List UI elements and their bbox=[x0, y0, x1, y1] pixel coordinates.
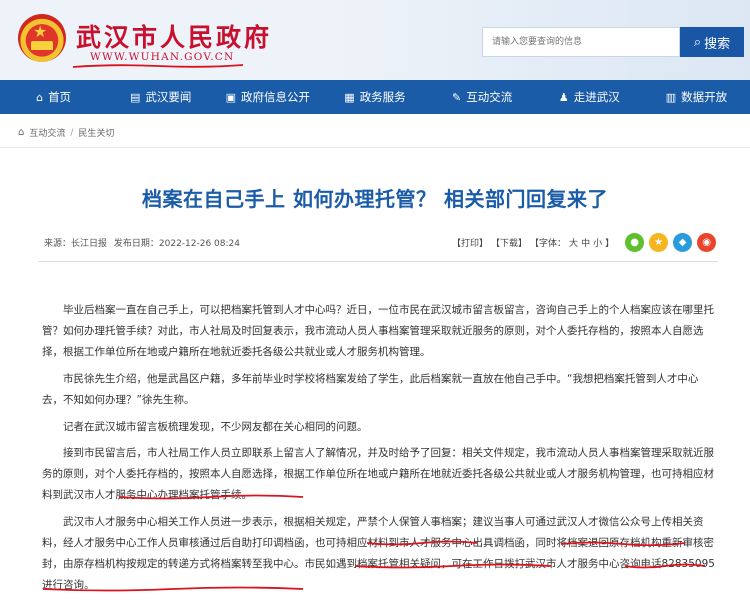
article-title: 档案在自己手上 如何办理托管？ 相关部门回复来了 bbox=[142, 187, 608, 211]
nav-item-home[interactable]: ⌂ 首页 bbox=[0, 80, 107, 114]
breadcrumb: ⌂ 互动交流 / 民生关切 bbox=[18, 126, 114, 139]
article-paragraph: 市民徐先生介绍，他是武昌区户籍，多年前毕业时学校将档案发给了学生，此后档案就一直… bbox=[42, 373, 699, 406]
article-date: 发布日期：2022-12-26 08:24 bbox=[113, 239, 240, 249]
nav-item-explore-wuhan[interactable]: ♟ 走进武汉 bbox=[536, 80, 643, 114]
nav-item-label: 走进武汉 bbox=[573, 90, 620, 104]
site-header: ★ 武汉市人民政府 WWW.WUHAN.GOV.CN ⌕ 搜索 bbox=[0, 0, 750, 80]
font-size-medium-button[interactable]: 中 bbox=[581, 236, 590, 249]
breadcrumb-separator: / bbox=[70, 127, 74, 138]
nav-item-open-data[interactable]: ▥ 数据开放 bbox=[643, 80, 750, 114]
download-button[interactable]: 【下载】 bbox=[491, 236, 527, 249]
emblem-gate bbox=[31, 41, 53, 50]
font-size-close: 】 bbox=[605, 239, 615, 249]
site-title[interactable]: 武汉市人民政府 bbox=[76, 18, 272, 54]
search-bar: ⌕ 搜索 bbox=[482, 27, 744, 57]
article-tools: 【打印】 【下载】 【字体： 大 中 小 】 ● ★ ◆ ◉ bbox=[452, 233, 717, 252]
divider bbox=[0, 147, 750, 148]
breadcrumb-item-interaction[interactable]: 互动交流 bbox=[29, 126, 65, 139]
article-meta: 来源：长江日报 发布日期：2022-12-26 08:24 bbox=[44, 236, 244, 249]
walk-icon: ♟ bbox=[558, 90, 569, 104]
search-icon: ⌕ bbox=[693, 34, 702, 50]
nav-item-interaction[interactable]: ✎ 互动交流 bbox=[429, 80, 536, 114]
data-chart-icon: ▥ bbox=[665, 90, 677, 104]
news-icon: ▤ bbox=[130, 90, 141, 104]
breadcrumb-item-livelihood[interactable]: 民生关切 bbox=[78, 126, 114, 139]
nav-item-label: 互动交流 bbox=[466, 90, 513, 104]
home-icon[interactable]: ⌂ bbox=[18, 127, 24, 138]
chat-icon: ✎ bbox=[452, 90, 462, 104]
service-icon: ▦ bbox=[344, 90, 355, 104]
home-icon: ⌂ bbox=[36, 90, 44, 104]
site-url[interactable]: WWW.WUHAN.GOV.CN bbox=[90, 51, 234, 63]
font-size-small-button[interactable]: 小 bbox=[593, 236, 602, 249]
article-paragraph: 记者在武汉城市留言板梳理发现，不少网友都在关心相同的问题。 bbox=[63, 421, 368, 433]
font-size-large-button[interactable]: 大 bbox=[569, 236, 578, 249]
nav-item-label: 首页 bbox=[48, 90, 72, 104]
article-paragraph: 毕业后档案一直在自己手上，可以把档案托管到人才中心吗？近日，一位市民在武汉城市留… bbox=[42, 304, 714, 358]
nav-item-label: 数据开放 bbox=[681, 90, 728, 104]
wechat-icon[interactable]: ● bbox=[625, 233, 645, 252]
weibo-icon[interactable]: ◉ bbox=[697, 233, 717, 252]
national-emblem-icon[interactable]: ★ bbox=[18, 14, 66, 62]
article-body: 毕业后档案一直在自己手上，可以把档案托管到人才中心吗？近日，一位市民在武汉城市留… bbox=[42, 300, 718, 602]
emblem-star: ★ bbox=[33, 22, 48, 41]
article-paragraph: 接到市民留言后，市人社局工作人员立即联系上留言人了解情况，并及时给予了回复：相关… bbox=[42, 447, 714, 501]
nav-item-label: 武汉要闻 bbox=[145, 90, 192, 104]
favorite-star-icon[interactable]: ★ bbox=[649, 233, 669, 252]
qq-icon[interactable]: ◆ bbox=[673, 233, 693, 252]
divider bbox=[38, 261, 718, 262]
annotation-underline bbox=[72, 63, 244, 69]
search-button-label: 搜索 bbox=[704, 36, 731, 52]
search-button[interactable]: ⌕ 搜索 bbox=[680, 27, 744, 57]
nav-item-wuhan-news[interactable]: ▤ 武汉要闻 bbox=[107, 80, 214, 114]
share-bar: ● ★ ◆ ◉ bbox=[625, 233, 717, 252]
article-paragraph: 武汉市人才服务中心相关工作人员进一步表示，根据相关规定，严禁个人保管人事档案；建… bbox=[42, 516, 715, 591]
print-button[interactable]: 【打印】 bbox=[452, 236, 488, 249]
article-source: 来源：长江日报 bbox=[44, 239, 108, 249]
info-open-icon: ▣ bbox=[225, 90, 237, 104]
nav-item-gov-service[interactable]: ▦ 政务服务 bbox=[321, 80, 428, 114]
font-size-label: 【字体： bbox=[530, 239, 567, 249]
main-nav: ⌂ 首页 ▤ 武汉要闻 ▣ 政府信息公开 ▦ 政务服务 ✎ 互动交流 ♟ 走进武… bbox=[0, 80, 750, 114]
nav-item-label: 政务服务 bbox=[359, 90, 406, 104]
nav-item-label: 政府信息公开 bbox=[241, 90, 311, 104]
nav-item-info-open[interactable]: ▣ 政府信息公开 bbox=[214, 80, 321, 114]
search-input[interactable] bbox=[482, 27, 680, 57]
